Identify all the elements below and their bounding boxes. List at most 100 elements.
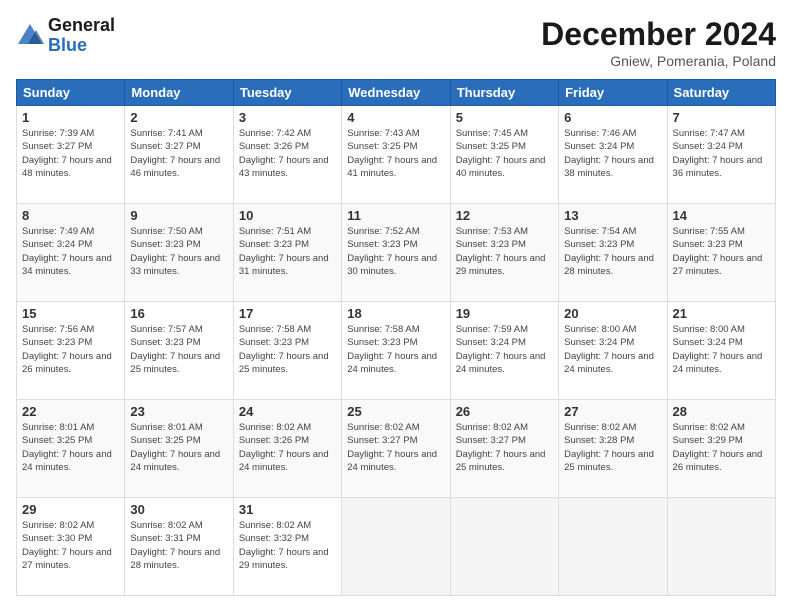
day-number: 20 (564, 306, 661, 321)
day-info: Sunrise: 7:51 AMSunset: 3:23 PMDaylight:… (239, 225, 336, 278)
col-tuesday: Tuesday (233, 80, 341, 106)
day-number: 5 (456, 110, 553, 125)
logo-line2: Blue (48, 36, 115, 56)
col-sunday: Sunday (17, 80, 125, 106)
table-cell: 23 Sunrise: 8:01 AMSunset: 3:25 PMDaylig… (125, 400, 233, 498)
table-cell: 15 Sunrise: 7:56 AMSunset: 3:23 PMDaylig… (17, 302, 125, 400)
table-cell: 17 Sunrise: 7:58 AMSunset: 3:23 PMDaylig… (233, 302, 341, 400)
table-cell: 13 Sunrise: 7:54 AMSunset: 3:23 PMDaylig… (559, 204, 667, 302)
day-info: Sunrise: 7:58 AMSunset: 3:23 PMDaylight:… (239, 323, 336, 376)
day-number: 24 (239, 404, 336, 419)
table-cell (559, 498, 667, 596)
day-info: Sunrise: 7:52 AMSunset: 3:23 PMDaylight:… (347, 225, 444, 278)
day-info: Sunrise: 8:02 AMSunset: 3:29 PMDaylight:… (673, 421, 770, 474)
table-cell (667, 498, 775, 596)
logo-icon (16, 22, 44, 50)
table-cell: 5 Sunrise: 7:45 AMSunset: 3:25 PMDayligh… (450, 106, 558, 204)
day-info: Sunrise: 7:42 AMSunset: 3:26 PMDaylight:… (239, 127, 336, 180)
day-number: 23 (130, 404, 227, 419)
table-cell: 22 Sunrise: 8:01 AMSunset: 3:25 PMDaylig… (17, 400, 125, 498)
table-cell: 19 Sunrise: 7:59 AMSunset: 3:24 PMDaylig… (450, 302, 558, 400)
col-thursday: Thursday (450, 80, 558, 106)
table-cell: 14 Sunrise: 7:55 AMSunset: 3:23 PMDaylig… (667, 204, 775, 302)
table-cell (342, 498, 450, 596)
table-cell: 18 Sunrise: 7:58 AMSunset: 3:23 PMDaylig… (342, 302, 450, 400)
day-info: Sunrise: 7:59 AMSunset: 3:24 PMDaylight:… (456, 323, 553, 376)
table-cell: 20 Sunrise: 8:00 AMSunset: 3:24 PMDaylig… (559, 302, 667, 400)
table-cell: 9 Sunrise: 7:50 AMSunset: 3:23 PMDayligh… (125, 204, 233, 302)
day-info: Sunrise: 8:02 AMSunset: 3:32 PMDaylight:… (239, 519, 336, 572)
table-cell: 27 Sunrise: 8:02 AMSunset: 3:28 PMDaylig… (559, 400, 667, 498)
table-cell: 24 Sunrise: 8:02 AMSunset: 3:26 PMDaylig… (233, 400, 341, 498)
page: General Blue December 2024 Gniew, Pomera… (0, 0, 792, 612)
table-cell: 1 Sunrise: 7:39 AMSunset: 3:27 PMDayligh… (17, 106, 125, 204)
table-cell: 12 Sunrise: 7:53 AMSunset: 3:23 PMDaylig… (450, 204, 558, 302)
col-wednesday: Wednesday (342, 80, 450, 106)
day-number: 28 (673, 404, 770, 419)
day-number: 14 (673, 208, 770, 223)
day-number: 19 (456, 306, 553, 321)
day-number: 6 (564, 110, 661, 125)
subtitle: Gniew, Pomerania, Poland (541, 53, 776, 69)
day-info: Sunrise: 7:55 AMSunset: 3:23 PMDaylight:… (673, 225, 770, 278)
day-info: Sunrise: 8:01 AMSunset: 3:25 PMDaylight:… (22, 421, 119, 474)
table-cell: 3 Sunrise: 7:42 AMSunset: 3:26 PMDayligh… (233, 106, 341, 204)
col-monday: Monday (125, 80, 233, 106)
day-info: Sunrise: 7:58 AMSunset: 3:23 PMDaylight:… (347, 323, 444, 376)
day-info: Sunrise: 7:46 AMSunset: 3:24 PMDaylight:… (564, 127, 661, 180)
day-info: Sunrise: 8:02 AMSunset: 3:31 PMDaylight:… (130, 519, 227, 572)
day-info: Sunrise: 8:02 AMSunset: 3:30 PMDaylight:… (22, 519, 119, 572)
table-cell: 30 Sunrise: 8:02 AMSunset: 3:31 PMDaylig… (125, 498, 233, 596)
day-number: 8 (22, 208, 119, 223)
logo-text: General Blue (48, 16, 115, 56)
day-number: 9 (130, 208, 227, 223)
table-cell: 31 Sunrise: 8:02 AMSunset: 3:32 PMDaylig… (233, 498, 341, 596)
day-number: 17 (239, 306, 336, 321)
day-number: 10 (239, 208, 336, 223)
day-info: Sunrise: 7:47 AMSunset: 3:24 PMDaylight:… (673, 127, 770, 180)
table-cell: 16 Sunrise: 7:57 AMSunset: 3:23 PMDaylig… (125, 302, 233, 400)
day-number: 16 (130, 306, 227, 321)
day-number: 2 (130, 110, 227, 125)
day-number: 4 (347, 110, 444, 125)
day-info: Sunrise: 7:56 AMSunset: 3:23 PMDaylight:… (22, 323, 119, 376)
day-number: 21 (673, 306, 770, 321)
day-info: Sunrise: 7:50 AMSunset: 3:23 PMDaylight:… (130, 225, 227, 278)
day-info: Sunrise: 7:49 AMSunset: 3:24 PMDaylight:… (22, 225, 119, 278)
header: General Blue December 2024 Gniew, Pomera… (16, 16, 776, 69)
calendar-table: Sunday Monday Tuesday Wednesday Thursday… (16, 79, 776, 596)
day-number: 22 (22, 404, 119, 419)
day-number: 26 (456, 404, 553, 419)
day-info: Sunrise: 7:45 AMSunset: 3:25 PMDaylight:… (456, 127, 553, 180)
day-number: 11 (347, 208, 444, 223)
day-info: Sunrise: 8:00 AMSunset: 3:24 PMDaylight:… (673, 323, 770, 376)
day-number: 13 (564, 208, 661, 223)
day-info: Sunrise: 7:43 AMSunset: 3:25 PMDaylight:… (347, 127, 444, 180)
day-info: Sunrise: 7:39 AMSunset: 3:27 PMDaylight:… (22, 127, 119, 180)
day-number: 18 (347, 306, 444, 321)
col-friday: Friday (559, 80, 667, 106)
day-number: 7 (673, 110, 770, 125)
table-cell: 28 Sunrise: 8:02 AMSunset: 3:29 PMDaylig… (667, 400, 775, 498)
day-number: 29 (22, 502, 119, 517)
logo-line1: General (48, 16, 115, 36)
day-info: Sunrise: 8:02 AMSunset: 3:27 PMDaylight:… (347, 421, 444, 474)
day-info: Sunrise: 7:53 AMSunset: 3:23 PMDaylight:… (456, 225, 553, 278)
day-info: Sunrise: 7:57 AMSunset: 3:23 PMDaylight:… (130, 323, 227, 376)
table-cell: 8 Sunrise: 7:49 AMSunset: 3:24 PMDayligh… (17, 204, 125, 302)
day-number: 1 (22, 110, 119, 125)
day-number: 12 (456, 208, 553, 223)
table-cell: 6 Sunrise: 7:46 AMSunset: 3:24 PMDayligh… (559, 106, 667, 204)
day-info: Sunrise: 8:02 AMSunset: 3:26 PMDaylight:… (239, 421, 336, 474)
day-info: Sunrise: 8:01 AMSunset: 3:25 PMDaylight:… (130, 421, 227, 474)
day-info: Sunrise: 8:00 AMSunset: 3:24 PMDaylight:… (564, 323, 661, 376)
table-cell: 4 Sunrise: 7:43 AMSunset: 3:25 PMDayligh… (342, 106, 450, 204)
calendar-header-row: Sunday Monday Tuesday Wednesday Thursday… (17, 80, 776, 106)
day-number: 15 (22, 306, 119, 321)
day-number: 3 (239, 110, 336, 125)
table-cell (450, 498, 558, 596)
day-number: 25 (347, 404, 444, 419)
day-number: 31 (239, 502, 336, 517)
day-number: 27 (564, 404, 661, 419)
col-saturday: Saturday (667, 80, 775, 106)
